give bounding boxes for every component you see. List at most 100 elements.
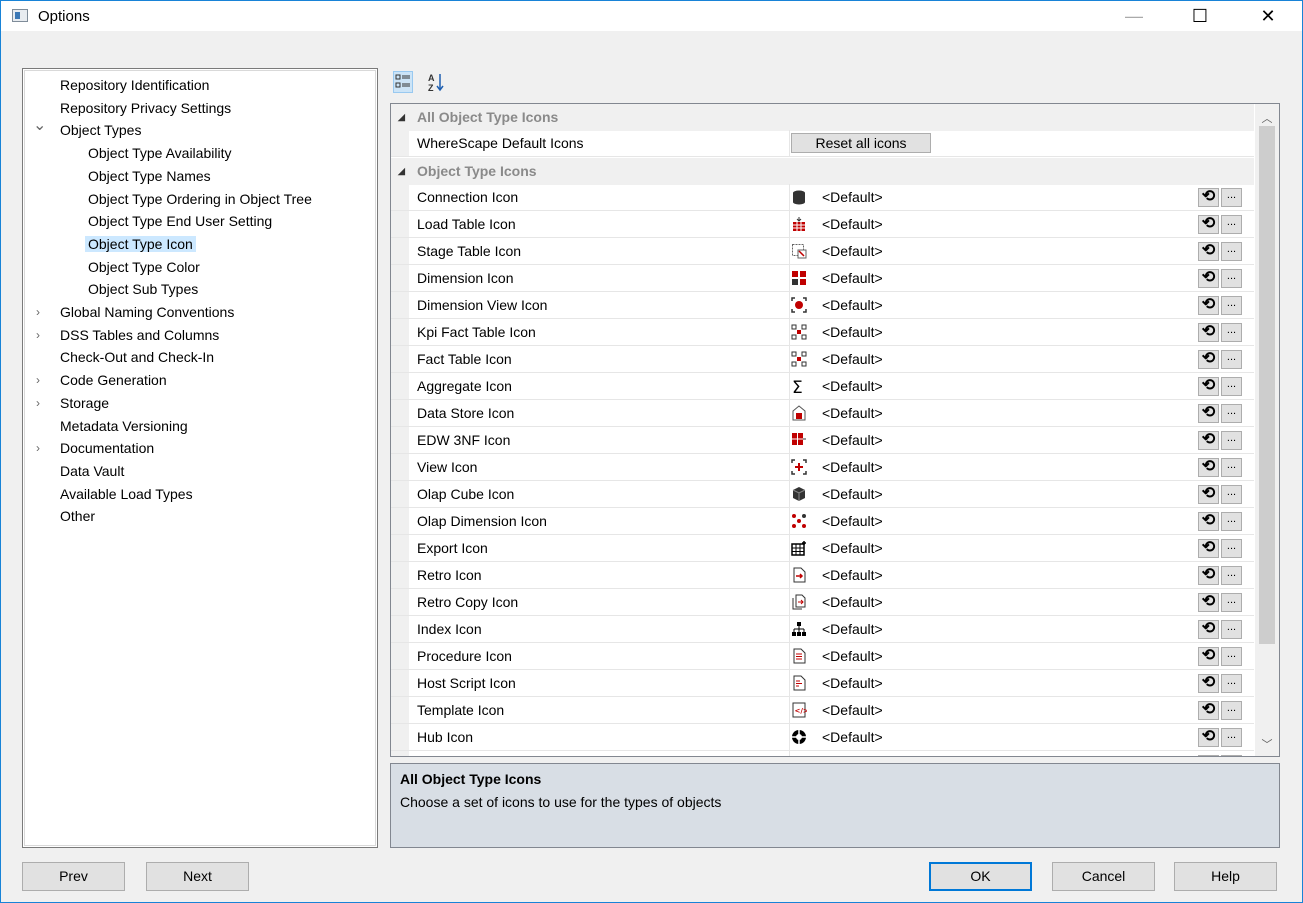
property-value[interactable]: <Default> xyxy=(822,459,883,475)
chevron-right-icon[interactable]: › xyxy=(33,370,43,390)
reset-icon-button[interactable]: ⟲ xyxy=(1198,242,1219,261)
browse-button[interactable]: ... xyxy=(1221,377,1242,396)
reset-icon-button[interactable]: ⟲ xyxy=(1198,458,1219,477)
tree-item[interactable]: Repository Privacy Settings xyxy=(57,98,234,118)
close-button[interactable]: ✕ xyxy=(1245,1,1291,31)
tree-item[interactable]: Other xyxy=(57,506,98,526)
tree-item[interactable]: Object Type Color xyxy=(85,257,203,277)
property-row[interactable]: Hub Icon <Default> ⟲... xyxy=(391,724,1254,751)
next-button[interactable]: Next xyxy=(146,862,249,891)
property-value[interactable]: <Default> xyxy=(822,189,883,205)
column-divider[interactable] xyxy=(789,130,790,156)
browse-button[interactable]: ... xyxy=(1221,296,1242,315)
tree-item[interactable]: Object Sub Types xyxy=(85,279,201,299)
chevron-right-icon[interactable]: › xyxy=(33,325,43,345)
property-row[interactable]: Dimension View Icon <Default> ⟲... xyxy=(391,292,1254,319)
reset-icon-button[interactable]: ⟲ xyxy=(1198,620,1219,639)
chevron-right-icon[interactable]: › xyxy=(33,393,43,413)
property-value[interactable]: <Default> xyxy=(822,324,883,340)
tree-item[interactable]: Object Type Names xyxy=(85,166,214,186)
tree-item[interactable]: ⌄ Object Types xyxy=(33,117,144,140)
chevron-right-icon[interactable]: › xyxy=(33,302,43,322)
browse-button[interactable]: ... xyxy=(1221,215,1242,234)
category-header[interactable]: ◢ Object Type Icons xyxy=(391,158,1254,185)
tree-item[interactable]: › DSS Tables and Columns xyxy=(36,325,222,345)
column-divider[interactable] xyxy=(789,616,790,642)
property-row[interactable]: Procedure Icon <Default> ⟲... xyxy=(391,643,1254,670)
browse-button[interactable]: ... xyxy=(1221,512,1242,531)
reset-icon-button[interactable]: ⟲ xyxy=(1198,539,1219,558)
column-divider[interactable] xyxy=(789,643,790,669)
reset-icon-button[interactable]: ⟲ xyxy=(1198,269,1219,288)
column-divider[interactable] xyxy=(789,751,790,756)
property-row[interactable]: Export Icon <Default> ⟲... xyxy=(391,535,1254,562)
reset-icon-button[interactable]: ⟲ xyxy=(1198,701,1219,720)
property-value[interactable]: <Default> xyxy=(822,594,883,610)
reset-icon-button[interactable]: ⟲ xyxy=(1198,728,1219,747)
column-divider[interactable] xyxy=(789,427,790,453)
browse-button[interactable]: ... xyxy=(1221,431,1242,450)
column-divider[interactable] xyxy=(789,535,790,561)
property-value[interactable]: <Default> xyxy=(822,729,883,745)
column-divider[interactable] xyxy=(789,373,790,399)
column-divider[interactable] xyxy=(789,346,790,372)
column-divider[interactable] xyxy=(789,670,790,696)
prev-button[interactable]: Prev xyxy=(22,862,125,891)
property-row[interactable]: Load Table Icon <Default> ⟲... xyxy=(391,211,1254,238)
property-row[interactable]: Stage Table Icon <Default> ⟲... xyxy=(391,238,1254,265)
reset-icon-button[interactable]: ⟲ xyxy=(1198,296,1219,315)
property-value[interactable]: <Default> xyxy=(822,297,883,313)
property-value[interactable]: <Default> xyxy=(822,540,883,556)
reset-all-icons-button[interactable]: Reset all icons xyxy=(791,133,931,153)
property-value[interactable]: <Default> xyxy=(822,675,883,691)
browse-button[interactable] xyxy=(1221,755,1242,756)
alphabetical-view-button[interactable]: A Z xyxy=(426,71,446,93)
column-divider[interactable] xyxy=(789,589,790,615)
browse-button[interactable]: ... xyxy=(1221,242,1242,261)
property-row[interactable]: Data Store Icon <Default> ⟲... xyxy=(391,400,1254,427)
property-row[interactable]: Olap Cube Icon <Default> ⟲... xyxy=(391,481,1254,508)
reset-icon-button[interactable]: ⟲ xyxy=(1198,215,1219,234)
browse-button[interactable]: ... xyxy=(1221,620,1242,639)
reset-icon-button[interactable] xyxy=(1198,755,1219,756)
vertical-scrollbar[interactable]: ︿ ﹀ xyxy=(1255,104,1279,756)
property-row[interactable]: Retro Copy Icon <Default> ⟲... xyxy=(391,589,1254,616)
reset-icon-button[interactable]: ⟲ xyxy=(1198,566,1219,585)
column-divider[interactable] xyxy=(789,238,790,264)
property-row[interactable]: Retro Icon <Default> ⟲... xyxy=(391,562,1254,589)
property-value[interactable]: <Default> xyxy=(822,513,883,529)
reset-icon-button[interactable]: ⟲ xyxy=(1198,188,1219,207)
collapse-triangle-icon[interactable]: ◢ xyxy=(398,166,405,177)
reset-icon-button[interactable]: ⟲ xyxy=(1198,674,1219,693)
column-divider[interactable] xyxy=(789,562,790,588)
property-value[interactable]: <Default> xyxy=(822,351,883,367)
tree-item[interactable]: › Storage xyxy=(36,393,112,413)
maximize-button[interactable]: ☐ xyxy=(1177,1,1223,31)
tree-item[interactable]: Object Type End User Setting xyxy=(85,211,275,231)
property-row[interactable]: Kpi Fact Table Icon <Default> ⟲... xyxy=(391,319,1254,346)
column-divider[interactable] xyxy=(789,724,790,750)
reset-icon-button[interactable]: ⟲ xyxy=(1198,593,1219,612)
browse-button[interactable]: ... xyxy=(1221,539,1242,558)
reset-icon-button[interactable]: ⟲ xyxy=(1198,404,1219,423)
scroll-down-icon[interactable]: ﹀ xyxy=(1255,736,1279,752)
property-value[interactable]: <Default> xyxy=(822,432,883,448)
column-divider[interactable] xyxy=(789,454,790,480)
browse-button[interactable]: ... xyxy=(1221,674,1242,693)
property-row[interactable]: Fact Table Icon <Default> ⟲... xyxy=(391,346,1254,373)
property-value[interactable]: <Default> xyxy=(822,621,883,637)
column-divider[interactable] xyxy=(789,211,790,237)
tree-item[interactable]: › Global Naming Conventions xyxy=(36,302,237,322)
column-divider[interactable] xyxy=(789,400,790,426)
column-divider[interactable] xyxy=(789,292,790,318)
reset-icon-button[interactable]: ⟲ xyxy=(1198,323,1219,342)
column-divider[interactable] xyxy=(789,481,790,507)
tree-item[interactable]: Object Type Icon xyxy=(85,234,196,254)
property-row[interactable]: Host Script Icon <Default> ⟲... xyxy=(391,670,1254,697)
scroll-thumb[interactable] xyxy=(1259,126,1275,644)
column-divider[interactable] xyxy=(789,508,790,534)
property-value[interactable]: <Default> xyxy=(822,270,883,286)
browse-button[interactable]: ... xyxy=(1221,485,1242,504)
property-value[interactable]: <Default> xyxy=(822,702,883,718)
scroll-up-icon[interactable]: ︿ xyxy=(1255,110,1279,126)
